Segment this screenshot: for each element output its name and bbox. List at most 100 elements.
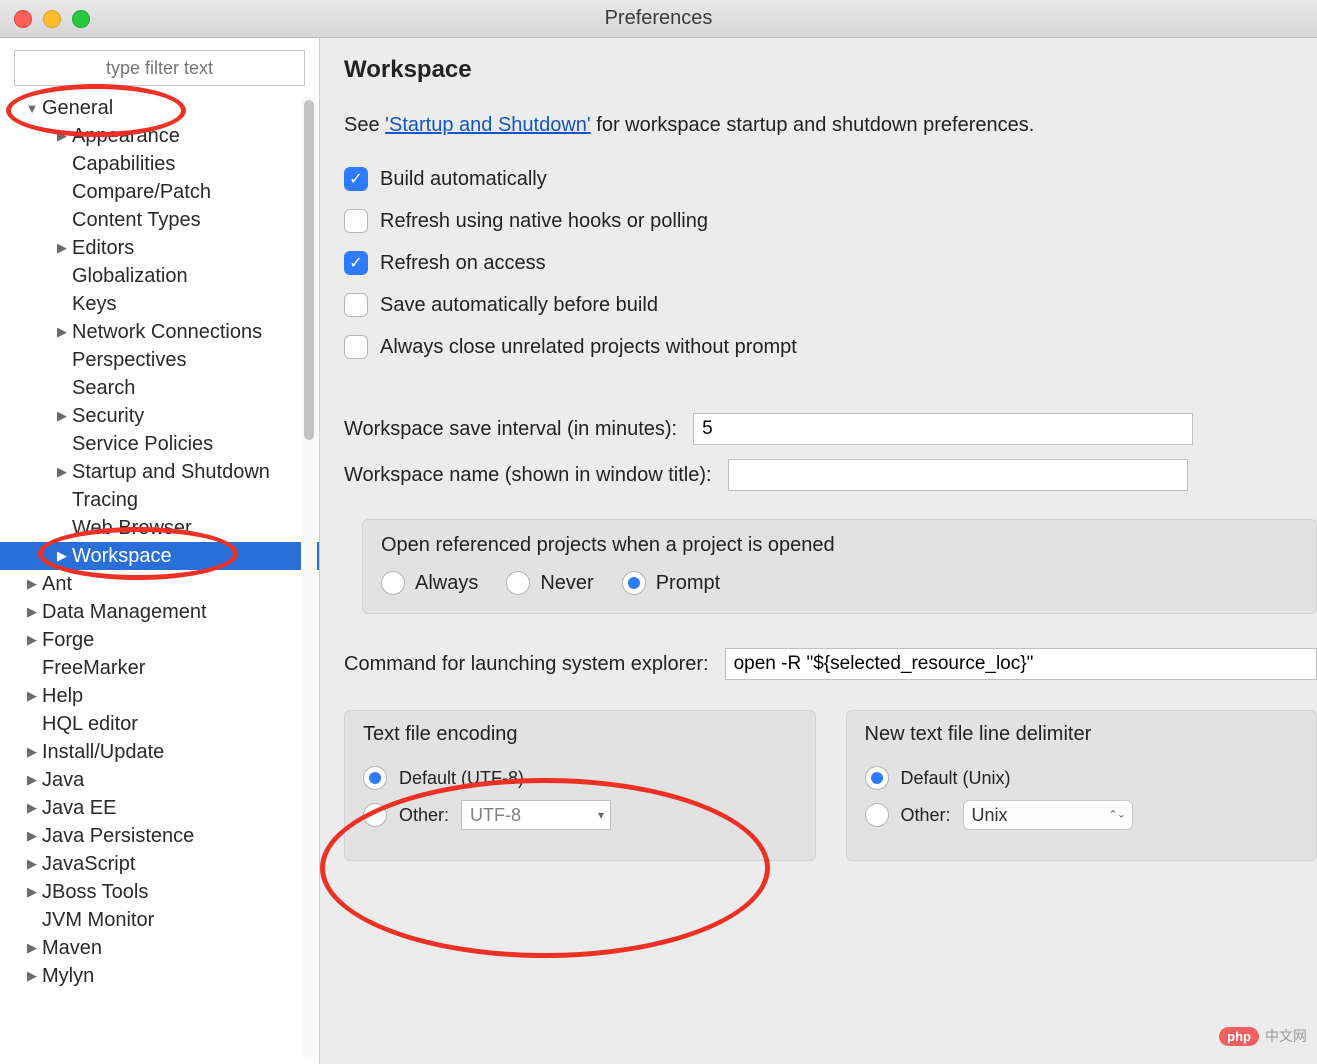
tree-item-javascript[interactable]: ▶JavaScript — [0, 850, 319, 878]
delimiter-default-radio[interactable] — [865, 766, 889, 790]
radio-option-prompt[interactable]: Prompt — [622, 571, 720, 595]
radio[interactable] — [506, 571, 530, 595]
chevron-right-icon[interactable]: ▶ — [24, 828, 40, 844]
tree-item-data-management[interactable]: ▶Data Management — [0, 598, 319, 626]
checkbox-label: Always close unrelated projects without … — [380, 336, 797, 359]
chevron-right-icon[interactable]: ▶ — [24, 884, 40, 900]
chevron-right-icon[interactable]: ▶ — [24, 968, 40, 984]
tree-item-install-update[interactable]: ▶Install/Update — [0, 738, 319, 766]
chevron-right-icon[interactable]: ▶ — [54, 408, 70, 424]
chevron-down-icon: ▾ — [598, 808, 604, 822]
close-icon[interactable] — [14, 10, 32, 28]
tree-item-hql-editor[interactable]: ▶HQL editor — [0, 710, 319, 738]
open-referenced-group: Open referenced projects when a project … — [362, 519, 1317, 614]
tree-item-label: Service Policies — [72, 433, 213, 456]
chevron-down-icon[interactable]: ▼ — [24, 101, 40, 116]
chevron-right-icon[interactable]: ▶ — [24, 800, 40, 816]
tree-item-label: Workspace — [72, 545, 172, 568]
chevron-right-icon[interactable]: ▶ — [54, 128, 70, 144]
tree-item-mylyn[interactable]: ▶Mylyn — [0, 962, 319, 990]
page-description: See 'Startup and Shutdown' for workspace… — [344, 114, 1317, 137]
tree-item-appearance[interactable]: ▶Appearance — [0, 122, 319, 150]
chevron-right-icon[interactable]: ▶ — [24, 688, 40, 704]
tree-item-maven[interactable]: ▶Maven — [0, 934, 319, 962]
watermark-text: 中文网 — [1265, 1026, 1307, 1046]
tree-item-label: Startup and Shutdown — [72, 461, 270, 484]
zoom-icon[interactable] — [72, 10, 90, 28]
scroll-thumb[interactable] — [304, 100, 314, 440]
sidebar-scrollbar[interactable] — [301, 96, 317, 1060]
tree-item-tracing[interactable]: ▶Tracing — [0, 486, 319, 514]
tree-item-java[interactable]: ▶Java — [0, 766, 319, 794]
tree-item-forge[interactable]: ▶Forge — [0, 626, 319, 654]
checkbox-label: Refresh using native hooks or polling — [380, 210, 708, 233]
line-delimiter-group: New text file line delimiter Default (Un… — [846, 710, 1317, 861]
tree-item-compare-patch[interactable]: ▶Compare/Patch — [0, 178, 319, 206]
checkbox[interactable]: ✓ — [344, 167, 368, 191]
tree-item-keys[interactable]: ▶Keys — [0, 290, 319, 318]
radio-option-never[interactable]: Never — [506, 571, 593, 595]
tree-item-content-types[interactable]: ▶Content Types — [0, 206, 319, 234]
chevron-right-icon[interactable]: ▶ — [24, 576, 40, 592]
delimiter-other-combo[interactable]: Unix ⌃⌄ — [963, 800, 1133, 830]
chevron-right-icon[interactable]: ▶ — [54, 324, 70, 340]
radio-option-always[interactable]: Always — [381, 571, 478, 595]
workspace-name-input[interactable] — [728, 459, 1188, 491]
radio-label: Prompt — [656, 572, 720, 595]
minimize-icon[interactable] — [43, 10, 61, 28]
tree-item-label: Compare/Patch — [72, 181, 211, 204]
tree-item-help[interactable]: ▶Help — [0, 682, 319, 710]
tree-item-web-browser[interactable]: ▶Web Browser — [0, 514, 319, 542]
chevron-right-icon[interactable]: ▶ — [24, 856, 40, 872]
checkbox[interactable]: ✓ — [344, 251, 368, 275]
chevron-right-icon[interactable]: ▶ — [54, 240, 70, 256]
checkbox[interactable] — [344, 335, 368, 359]
chevron-right-icon[interactable]: ▶ — [54, 548, 70, 564]
chevron-right-icon[interactable]: ▶ — [24, 632, 40, 648]
encoding-other-combo[interactable]: UTF-8 ▾ — [461, 800, 611, 830]
delimiter-other-radio[interactable] — [865, 803, 889, 827]
tree-item-jboss-tools[interactable]: ▶JBoss Tools — [0, 878, 319, 906]
tree-item-capabilities[interactable]: ▶Capabilities — [0, 150, 319, 178]
checkbox-label: Save automatically before build — [380, 294, 658, 317]
traffic-lights — [14, 10, 90, 28]
radio[interactable] — [622, 571, 646, 595]
tree-item-java-persistence[interactable]: ▶Java Persistence — [0, 822, 319, 850]
chevron-right-icon[interactable]: ▶ — [24, 772, 40, 788]
tree-item-label: Editors — [72, 237, 134, 260]
tree-item-jvm-monitor[interactable]: ▶JVM Monitor — [0, 906, 319, 934]
tree-item-label: HQL editor — [42, 713, 138, 736]
tree-item-java-ee[interactable]: ▶Java EE — [0, 794, 319, 822]
tree-item-service-policies[interactable]: ▶Service Policies — [0, 430, 319, 458]
radio-label: Always — [415, 572, 478, 595]
tree-item-search[interactable]: ▶Search — [0, 374, 319, 402]
tree-item-network-connections[interactable]: ▶Network Connections — [0, 318, 319, 346]
tree-item-label: Ant — [42, 573, 72, 596]
tree-item-startup-and-shutdown[interactable]: ▶Startup and Shutdown — [0, 458, 319, 486]
chevron-right-icon[interactable]: ▶ — [24, 604, 40, 620]
check-row: ✓Build automatically — [344, 167, 1317, 191]
chevron-right-icon[interactable]: ▶ — [24, 744, 40, 760]
explorer-command-input[interactable] — [725, 648, 1317, 680]
open-referenced-title: Open referenced projects when a project … — [381, 534, 1298, 557]
window-titlebar: Preferences — [0, 0, 1317, 38]
tree-item-workspace[interactable]: ▶Workspace — [0, 542, 319, 570]
tree-item-label: JBoss Tools — [42, 881, 148, 904]
tree-item-globalization[interactable]: ▶Globalization — [0, 262, 319, 290]
encoding-default-radio[interactable] — [363, 766, 387, 790]
checkbox[interactable] — [344, 293, 368, 317]
tree-item-general[interactable]: ▼General — [0, 94, 319, 122]
chevron-right-icon[interactable]: ▶ — [54, 464, 70, 480]
tree-item-perspectives[interactable]: ▶Perspectives — [0, 346, 319, 374]
save-interval-input[interactable] — [693, 413, 1193, 445]
checkbox[interactable] — [344, 209, 368, 233]
tree-item-security[interactable]: ▶Security — [0, 402, 319, 430]
chevron-right-icon[interactable]: ▶ — [24, 940, 40, 956]
startup-shutdown-link[interactable]: 'Startup and Shutdown' — [385, 114, 591, 136]
encoding-other-radio[interactable] — [363, 803, 387, 827]
tree-item-editors[interactable]: ▶Editors — [0, 234, 319, 262]
tree-item-freemarker[interactable]: ▶FreeMarker — [0, 654, 319, 682]
radio[interactable] — [381, 571, 405, 595]
tree-item-ant[interactable]: ▶Ant — [0, 570, 319, 598]
filter-input[interactable] — [14, 50, 305, 86]
